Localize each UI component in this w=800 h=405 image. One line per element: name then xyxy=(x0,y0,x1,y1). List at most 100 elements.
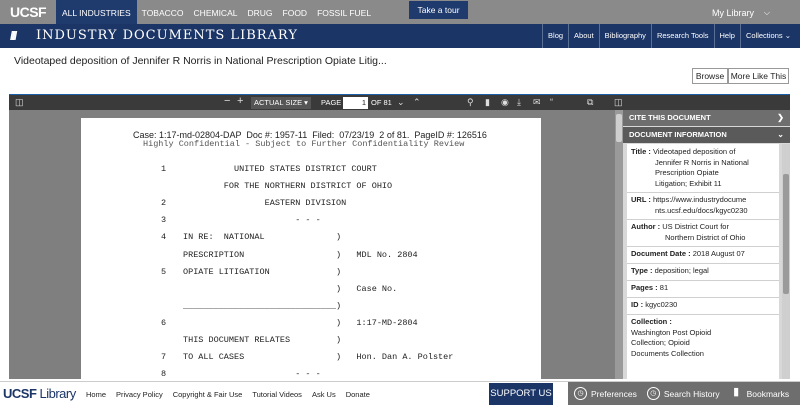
fullscreen-icon[interactable]: ⧉ xyxy=(587,97,593,108)
eye-icon[interactable]: ◉ xyxy=(501,97,509,108)
viewer-toolbar: ◫ − + ACTUAL SIZE ▾ PAGE 1 OF 81 ⌄ ⌃ ⚲ ▮… xyxy=(9,94,790,110)
collection-value: Washington Post Opioid xyxy=(631,327,712,337)
cite-label: CITE THIS DOCUMENT xyxy=(629,113,711,122)
ucsf-library-logo[interactable]: UCSF Library xyxy=(3,386,76,401)
header-links: Blog About Bibliography Research Tools H… xyxy=(542,24,796,48)
zoom-in-icon[interactable]: + xyxy=(237,95,243,107)
footer-link-privacy[interactable]: Privacy Policy xyxy=(116,390,163,399)
email-icon[interactable]: ✉ xyxy=(533,97,541,108)
footer-link-donate[interactable]: Donate xyxy=(346,390,370,399)
info-collection-row: Collection : Washington Post Opioid Coll… xyxy=(627,314,779,362)
id-value: kgyc0230 xyxy=(645,300,678,309)
footer-links: Home Privacy Policy Copyright & Fair Use… xyxy=(86,390,380,399)
download-icon[interactable]: ⤓ xyxy=(517,97,521,108)
preferences-button[interactable]: ◷ Preferences xyxy=(568,382,637,405)
line-number: 4 xyxy=(161,232,167,243)
preferences-label: Preferences xyxy=(591,388,637,399)
transcript-line: TO ALL CASES ) Hon. Dan A. Polster xyxy=(183,352,454,363)
logo-ucsf: UCSF xyxy=(3,386,37,401)
top-bar: UCSF ALL INDUSTRIES TOBACCO CHEMICAL DRU… xyxy=(0,0,800,24)
quote-icon[interactable]: “ xyxy=(550,97,553,107)
chevron-up-icon[interactable]: ⌃ xyxy=(413,97,421,108)
line-number: 1 xyxy=(161,164,167,174)
transcript-line: ) 1:17-MD-2804 xyxy=(183,317,418,328)
info-id-row: ID : kgyc0230 xyxy=(627,297,779,315)
chevron-down-icon[interactable]: ⌄ xyxy=(397,97,405,108)
link-help[interactable]: Help xyxy=(713,24,740,48)
site-title[interactable]: INDUSTRY DOCUMENTS LIBRARY xyxy=(36,28,298,43)
sidebar-toggle-icon[interactable]: ◫ xyxy=(15,97,24,108)
document-side-panel: CITE THIS DOCUMENT ❯ DOCUMENT INFORMATION… xyxy=(623,110,790,379)
panel-toggle-icon[interactable]: ◫ xyxy=(614,97,623,108)
search-history-button[interactable]: ◷ Search History xyxy=(637,382,720,405)
footer-link-copyright[interactable]: Copyright & Fair Use xyxy=(173,390,243,399)
clock-icon: ◷ xyxy=(574,387,587,400)
line-number: 8 xyxy=(161,369,167,379)
document-information-header[interactable]: DOCUMENT INFORMATION ⌄ xyxy=(623,127,790,143)
collection-value: Documents Collection xyxy=(631,348,704,358)
link-research-tools[interactable]: Research Tools xyxy=(650,24,714,48)
footer-link-tutorials[interactable]: Tutorial Videos xyxy=(252,390,302,399)
transcript-line: ______________________________) xyxy=(183,300,342,311)
link-about[interactable]: About xyxy=(568,24,599,48)
link-bibliography[interactable]: Bibliography xyxy=(598,24,651,48)
pages-label: Pages : xyxy=(631,283,658,292)
transcript-line: EASTERN DIVISION xyxy=(183,198,347,209)
bookmarks-label: Bookmarks xyxy=(746,388,790,399)
document-title: Videotaped deposition of Jennifer R Norr… xyxy=(14,55,387,67)
info-label: DOCUMENT INFORMATION xyxy=(629,130,727,139)
document-page-area[interactable]: Case: 1:17-md-02804-DAP Doc #: 1957-11 F… xyxy=(9,110,615,379)
ucsf-logo[interactable]: UCSF xyxy=(10,4,47,20)
my-library-menu[interactable]: My Library xyxy=(712,0,754,26)
url-value[interactable]: nts.ucsf.edu/docs/kgyc0230 xyxy=(631,206,775,217)
url-value[interactable]: https://www.industrydocume xyxy=(653,195,746,204)
zoom-select[interactable]: ACTUAL SIZE ▾ xyxy=(251,97,311,109)
info-type-row: Type : deposition; legal xyxy=(627,263,779,281)
take-a-tour-button[interactable]: Take a tour xyxy=(409,1,468,19)
scrollbar-thumb[interactable] xyxy=(783,174,789,294)
url-label: URL : xyxy=(631,195,651,204)
bookmarks-button[interactable]: ▮ Bookmarks xyxy=(720,382,790,405)
support-us-button[interactable]: SUPPORT US xyxy=(489,383,553,405)
title-value: Jennifer R Norris in National xyxy=(655,157,749,167)
chevron-down-icon: ⌄ xyxy=(777,130,784,139)
footer-tools: ◷ Preferences ◷ Search History ▮ Bookmarks xyxy=(568,382,800,405)
stripes-logo-icon: //// xyxy=(10,29,17,43)
search-icon[interactable]: ⚲ xyxy=(467,97,474,108)
title-value: Litigation; Exhibit 11 xyxy=(655,178,722,188)
browse-button[interactable]: Browse xyxy=(692,68,728,84)
nav-chemical[interactable]: CHEMICAL xyxy=(189,0,243,24)
link-collections[interactable]: Collections ⌄ xyxy=(739,24,796,48)
site-header: //// INDUSTRY DOCUMENTS LIBRARY Blog Abo… xyxy=(0,24,800,48)
scrollbar-thumb[interactable] xyxy=(616,114,622,142)
line-number: 7 xyxy=(161,352,167,363)
footer-link-ask-us[interactable]: Ask Us xyxy=(312,390,336,399)
document-scrollbar[interactable] xyxy=(615,110,623,379)
nav-tobacco[interactable]: TOBACCO xyxy=(137,0,189,24)
transcript-line: FOR THE NORTHERN DISTRICT OF OHIO xyxy=(183,181,393,192)
confidential-banner: Highly Confidential - Subject to Further… xyxy=(143,139,465,149)
transcript-line: IN RE: NATIONAL ) xyxy=(183,232,342,243)
footer-link-home[interactable]: Home xyxy=(86,390,106,399)
date-value: 2018 August 07 xyxy=(692,249,745,258)
nav-fossil-fuel[interactable]: FOSSIL FUEL xyxy=(312,0,376,24)
info-author-row: Author : US District Court for Northern … xyxy=(627,219,779,247)
more-like-this-button[interactable]: More Like This xyxy=(728,68,789,84)
chevron-down-icon[interactable]: ⌵ xyxy=(764,8,770,18)
author-label: Author : xyxy=(631,222,661,231)
author-value: Northern District of Ohio xyxy=(665,232,746,242)
industry-nav: ALL INDUSTRIES TOBACCO CHEMICAL DRUG FOO… xyxy=(56,0,376,24)
side-panel-scrollbar[interactable] xyxy=(782,144,790,379)
pages-value: 81 xyxy=(659,283,669,292)
page-number-input[interactable]: 1 xyxy=(343,97,368,109)
page-label: PAGE xyxy=(321,98,342,107)
nav-all-industries[interactable]: ALL INDUSTRIES xyxy=(56,0,137,24)
nav-drug[interactable]: DRUG xyxy=(242,0,277,24)
cite-this-document-header[interactable]: CITE THIS DOCUMENT ❯ xyxy=(623,110,790,126)
page-count: OF 81 xyxy=(371,98,392,107)
nav-food[interactable]: FOOD xyxy=(278,0,313,24)
zoom-out-icon[interactable]: − xyxy=(224,95,230,107)
document-page: Case: 1:17-md-02804-DAP Doc #: 1957-11 F… xyxy=(81,118,541,379)
bookmark-icon[interactable]: ▮ xyxy=(485,97,490,108)
link-blog[interactable]: Blog xyxy=(542,24,568,48)
